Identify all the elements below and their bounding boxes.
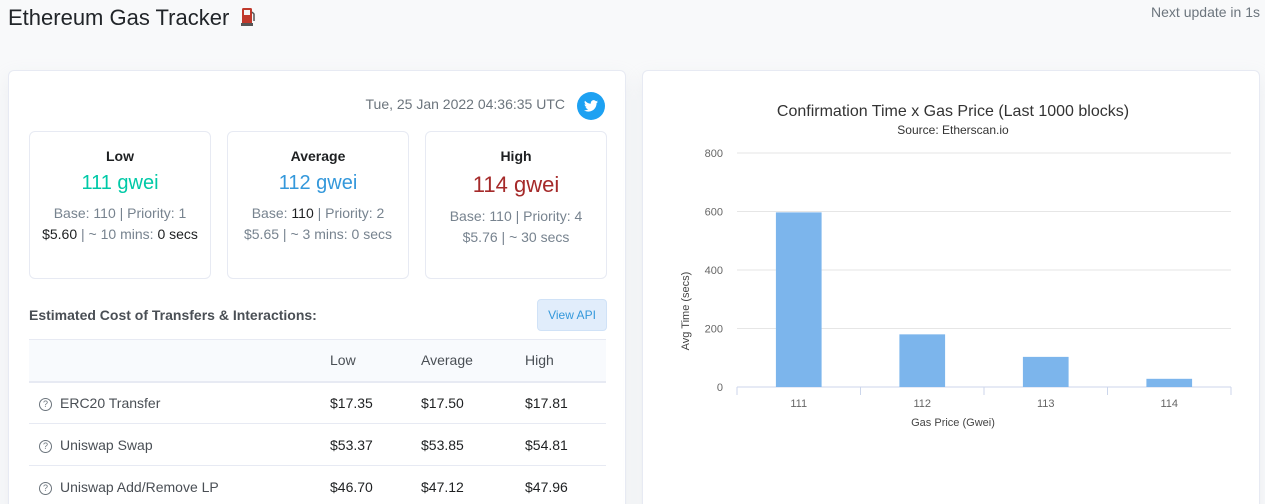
question-circle-icon[interactable]: ?: [39, 397, 52, 411]
tier-average-detail: Base: 110 | Priority: 2 $5.65 | ~ 3 mins…: [228, 203, 408, 245]
tier-low-time: | ~ 10 mins:: [81, 226, 154, 242]
next-update-text: Next update in 1s: [1151, 4, 1260, 20]
chart-bar-112[interactable]: [899, 334, 946, 387]
table-header-average: Average: [421, 339, 525, 383]
table-cell-high: $54.81: [525, 423, 606, 466]
table-header-high: High: [525, 339, 606, 383]
chart-bar-113[interactable]: [1022, 356, 1069, 387]
tier-average-priority-label: | Priority:: [317, 205, 373, 221]
twitter-icon: [584, 100, 598, 112]
table-cell-average: $53.85: [421, 423, 525, 466]
tier-average-time: | ~ 3 mins:: [282, 226, 348, 242]
tier-high-detail: Base: 110 | Priority: 4 $5.76 | ~ 30 sec…: [426, 206, 606, 248]
table-row: ? ERC20 Transfer $17.35 $17.50 $17.81: [29, 381, 606, 424]
tier-average-label: Average: [290, 148, 346, 164]
gas-tracker-card: Tue, 25 Jan 2022 04:36:35 UTC Low 111 gw…: [8, 70, 626, 504]
table-cell-name: ? Uniswap Add/Remove LP: [29, 465, 330, 504]
page-title: Ethereum Gas Tracker: [8, 5, 256, 31]
chart-x-axis-label: Gas Price (Gwei): [911, 417, 995, 429]
tier-average-cost: $5.65: [243, 226, 280, 242]
tier-average-base-label: Base:: [251, 205, 288, 221]
table-cell-high: $47.96: [525, 465, 606, 504]
tier-average-priority: 2: [376, 205, 385, 221]
table-cell-name: ? Uniswap Swap: [29, 423, 330, 466]
tier-average-box: Average 112 gwei Base: 110 | Priority: 2…: [227, 131, 409, 279]
tier-average-secs: 0 secs: [351, 226, 392, 242]
tier-high-cost: $5.76: [462, 229, 498, 245]
question-circle-icon[interactable]: ?: [39, 439, 52, 453]
table-cell-low: $53.37: [330, 423, 421, 466]
tier-high-label: High: [500, 148, 532, 164]
question-circle-icon[interactable]: ?: [39, 481, 52, 495]
chart-y-tick-label: 0: [717, 382, 723, 394]
tier-high-box: High 114 gwei Base: 110 | Priority: 4 $5…: [425, 131, 607, 279]
tier-high-price: 114 gwei: [472, 172, 560, 197]
chart-bar-114[interactable]: [1146, 378, 1193, 387]
tier-low-detail: Base: 110 | Priority: 1 $5.60 | ~ 10 min…: [30, 203, 210, 245]
tier-low-priority: 1: [178, 205, 187, 221]
tier-low-base-label: Base:: [53, 205, 90, 221]
tier-high-time: | ~ 30 secs: [501, 229, 570, 245]
table-row: ? Uniswap Swap $53.37 $53.85 $54.81: [29, 423, 606, 466]
table-cell-low: $17.35: [330, 381, 421, 424]
chart-card: Confirmation Time x Gas Price (Last 1000…: [642, 70, 1260, 504]
confirmation-time-chart: Confirmation Time x Gas Price (Last 1000…: [680, 103, 1232, 429]
table-header-row: Low Average High: [29, 339, 606, 383]
tier-low-base: 110: [93, 205, 116, 221]
table-header-low: Low: [330, 339, 421, 383]
timestamp: Tue, 25 Jan 2022 04:36:35 UTC: [365, 96, 566, 112]
tier-average-base: 110: [291, 205, 314, 221]
table-cell-average: $17.50: [421, 381, 525, 424]
chart-y-tick-label: 400: [705, 265, 723, 277]
twitter-share-button[interactable]: [577, 92, 605, 120]
tier-low-label: Low: [106, 148, 134, 164]
tier-low-secs: 0 secs: [157, 226, 198, 242]
chart-x-tick-label: 114: [1160, 398, 1178, 410]
table-cell-high: $17.81: [525, 381, 606, 424]
tier-high-base: 110: [489, 208, 512, 224]
row-name-text: Uniswap Add/Remove LP: [60, 478, 219, 495]
chart-x-tick-label: 113: [1037, 398, 1055, 410]
chart-y-tick-label: 200: [705, 324, 723, 336]
row-name-text: Uniswap Swap: [60, 436, 153, 453]
chart-y-axis-label: Avg Time (secs): [680, 272, 692, 351]
table-cell-name: ? ERC20 Transfer: [29, 381, 330, 424]
fuel-pump-icon: [241, 7, 256, 27]
tier-high-base-label: Base:: [449, 208, 486, 224]
tier-low-box: Low 111 gwei Base: 110 | Priority: 1 $5.…: [29, 131, 211, 279]
estimated-cost-table: Low Average High ? ERC20 Transfer $17.35 …: [29, 339, 606, 504]
row-name-text: ERC20 Transfer: [60, 394, 161, 411]
chart-x-tick-label: 111: [790, 398, 807, 410]
table-cell-average: $47.12: [421, 465, 525, 504]
page-title-text: Ethereum Gas Tracker: [8, 5, 230, 30]
tier-low-cost: $5.60: [42, 226, 78, 242]
chart-y-tick-label: 800: [705, 148, 723, 160]
chart-subtitle: Source: Etherscan.io: [897, 123, 1009, 137]
table-row: ? Uniswap Add/Remove LP $46.70 $47.12 $47…: [29, 465, 606, 504]
tier-low-priority-label: | Priority:: [119, 205, 175, 221]
table-header-name: [29, 339, 330, 383]
view-api-button[interactable]: View API: [537, 299, 607, 331]
table-cell-low: $46.70: [330, 465, 421, 504]
tier-high-priority: 4: [574, 208, 583, 224]
chart-x-tick-label: 112: [913, 398, 931, 410]
tier-high-priority-label: | Priority:: [515, 208, 571, 224]
estimated-cost-title: Estimated Cost of Transfers & Interactio…: [29, 307, 317, 323]
chart-bar-111[interactable]: [775, 212, 822, 387]
tier-average-price: 112 gwei: [278, 172, 358, 194]
chart-title: Confirmation Time x Gas Price (Last 1000…: [777, 103, 1129, 120]
tier-low-price: 111 gwei: [81, 172, 159, 194]
chart-y-tick-label: 600: [705, 207, 723, 219]
